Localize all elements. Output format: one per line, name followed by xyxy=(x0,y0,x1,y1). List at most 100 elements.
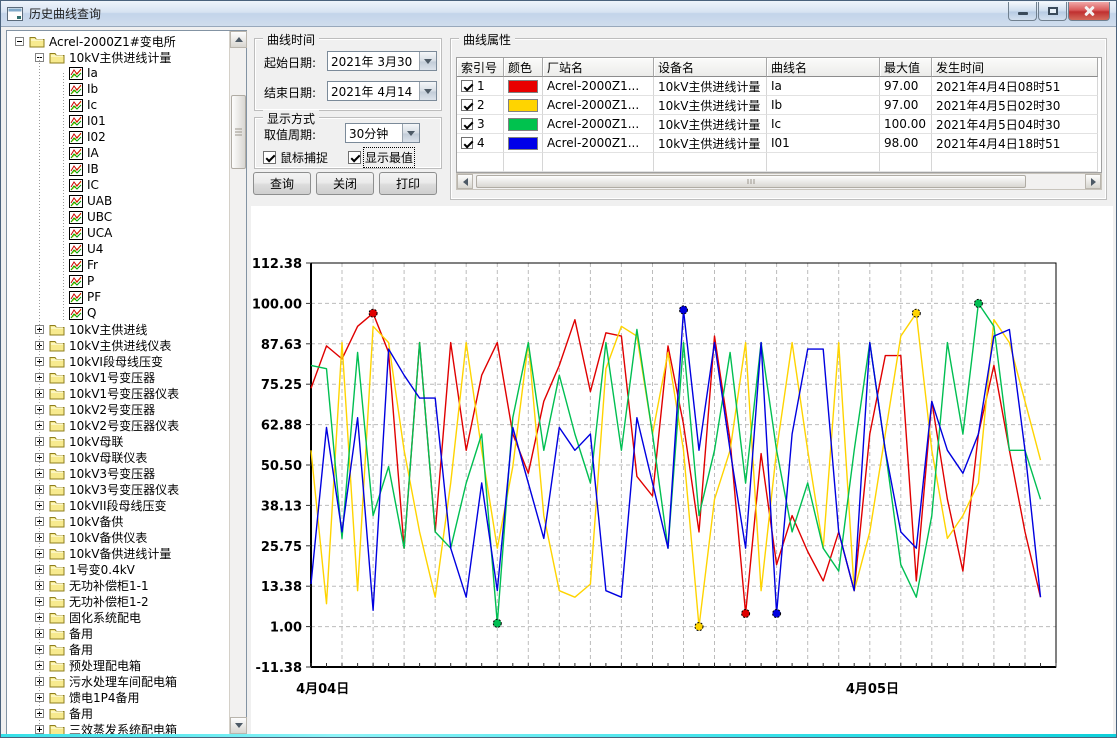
tree-item-folder[interactable]: 馈电1P4备用 xyxy=(7,689,229,705)
period-dropdown-button[interactable] xyxy=(402,124,419,142)
tree-item-root[interactable]: Acrel-2000Z1#变电所 xyxy=(7,33,229,49)
curve-icon xyxy=(69,291,83,304)
start-date-dropdown-button[interactable] xyxy=(419,52,436,70)
tree-item-folder[interactable]: 10kV1号变压器仪表 xyxy=(7,385,229,401)
table-h-scrollbar[interactable] xyxy=(456,173,1102,190)
scroll-down-button[interactable] xyxy=(230,717,247,734)
tree-item-curve[interactable]: I02 xyxy=(7,129,229,145)
tree-item-label: 10kV2号变压器 xyxy=(69,401,155,418)
row-checkbox[interactable] xyxy=(461,80,473,92)
tree-scrollbar[interactable] xyxy=(229,31,246,734)
tree-item-folder[interactable]: 10kV3号变压器仪表 xyxy=(7,481,229,497)
column-header[interactable]: 最大值 xyxy=(880,58,932,77)
tree-item-curve[interactable]: Ia xyxy=(7,65,229,81)
tree-item-label: 10kV1号变压器 xyxy=(69,369,155,386)
tree-item-curve[interactable]: Ib xyxy=(7,81,229,97)
mouse-capture-checkbox[interactable]: 鼠标捕捉 xyxy=(263,149,328,166)
minimize-button[interactable] xyxy=(1008,2,1037,21)
end-date-label: 结束日期: xyxy=(264,84,316,101)
checkbox-icon[interactable] xyxy=(263,151,276,164)
column-header[interactable]: 颜色 xyxy=(504,58,543,77)
tree-item-folder[interactable]: 1号变0.4kV xyxy=(7,561,229,577)
end-date-dropdown-button[interactable] xyxy=(419,82,436,100)
tree-item-folder[interactable]: 备用 xyxy=(7,705,229,721)
tree-item-folder[interactable]: 三效蒸发系统配电箱 xyxy=(7,721,229,734)
scroll-left-button[interactable] xyxy=(457,174,473,189)
column-header[interactable]: 厂站名 xyxy=(543,58,654,77)
table-row[interactable]: 4Acrel-2000Z1...10kV主供进线计量I0198.002021年4… xyxy=(457,134,1101,153)
tree-item-label: 预处理配电箱 xyxy=(69,657,141,674)
tree-item-folder[interactable]: 固化系统配电 xyxy=(7,609,229,625)
tree-item-curve[interactable]: UCA xyxy=(7,225,229,241)
collapse-icon[interactable] xyxy=(15,37,24,46)
tree-item-folder[interactable]: 10kV2号变压器仪表 xyxy=(7,417,229,433)
history-curve-chart[interactable]: 112.38100.0087.6375.2562.8850.5038.1325.… xyxy=(251,206,1113,735)
chart-panel[interactable]: 112.38100.0087.6375.2562.8850.5038.1325.… xyxy=(251,206,1113,735)
tree-item-curve[interactable]: P xyxy=(7,273,229,289)
row-checkbox[interactable] xyxy=(461,118,473,130)
tree-item-folder[interactable]: 备用 xyxy=(7,625,229,641)
tree-item-folder[interactable]: 10kV备供进线计量 xyxy=(7,545,229,561)
tree-item-curve[interactable]: I01 xyxy=(7,113,229,129)
tree-item-folder[interactable]: 10kVII段母线压变 xyxy=(7,497,229,513)
tree-item-label: 1号变0.4kV xyxy=(69,561,135,578)
tree-scrollbar-thumb[interactable] xyxy=(231,95,246,169)
title-bar[interactable]: 历史曲线查询 xyxy=(1,1,1116,27)
column-header[interactable]: 发生时间 xyxy=(932,58,1098,77)
tree-item-folder[interactable]: 10kV2号变压器 xyxy=(7,401,229,417)
close-button[interactable] xyxy=(1068,2,1110,21)
tree-item-curve[interactable]: Ic xyxy=(7,97,229,113)
tree-item-folder[interactable]: 10kV主供进线 xyxy=(7,321,229,337)
tree-item-group[interactable]: 10kV主供进线计量 xyxy=(7,49,229,65)
query-button[interactable]: 查询 xyxy=(253,172,311,195)
curve-name-cell: Ic xyxy=(767,115,880,134)
table-row[interactable]: 2Acrel-2000Z1...10kV主供进线计量Ib97.002021年4月… xyxy=(457,96,1101,115)
checkbox-icon[interactable] xyxy=(348,151,361,164)
tree-item-folder[interactable]: 10kVI段母线压变 xyxy=(7,353,229,369)
tree-item-label: 无功补偿柜1-2 xyxy=(69,593,149,610)
start-date-picker[interactable]: 2021年 3月30 xyxy=(327,51,437,71)
close-dialog-button[interactable]: 关闭 xyxy=(316,172,374,195)
tree-item-curve[interactable]: IB xyxy=(7,161,229,177)
tree-item-curve[interactable]: PF xyxy=(7,289,229,305)
tree-item-folder[interactable]: 无功补偿柜1-2 xyxy=(7,593,229,609)
table-row[interactable]: 3Acrel-2000Z1...10kV主供进线计量Ic100.002021年4… xyxy=(457,115,1101,134)
tree-item-curve[interactable]: UBC xyxy=(7,209,229,225)
end-date-picker[interactable]: 2021年 4月14 xyxy=(327,81,437,101)
tree-item-folder[interactable]: 10kV1号变压器 xyxy=(7,369,229,385)
tree-item-curve[interactable]: U4 xyxy=(7,241,229,257)
tree-item-curve[interactable]: IC xyxy=(7,177,229,193)
curve-color-swatch xyxy=(508,137,538,150)
print-button[interactable]: 打印 xyxy=(379,172,437,195)
tree-item-curve[interactable]: UAB xyxy=(7,193,229,209)
tree-item-folder[interactable]: 无功补偿柜1-1 xyxy=(7,577,229,593)
period-select[interactable]: 30分钟 xyxy=(345,123,420,143)
column-header[interactable]: 曲线名 xyxy=(767,58,880,77)
table-scrollbar-thumb[interactable] xyxy=(476,175,1026,188)
tree-item-folder[interactable]: 10kV母联 xyxy=(7,433,229,449)
tree-item-curve[interactable]: IA xyxy=(7,145,229,161)
tree-item-folder[interactable]: 10kV母联仪表 xyxy=(7,449,229,465)
tree-item-folder[interactable]: 污水处理车间配电箱 xyxy=(7,673,229,689)
tree-item-folder[interactable]: 预处理配电箱 xyxy=(7,657,229,673)
empty-cell xyxy=(543,153,654,172)
tree-item-folder[interactable]: 备用 xyxy=(7,641,229,657)
folder-icon xyxy=(49,547,65,560)
show-extremes-checkbox[interactable]: 显示最值 xyxy=(348,149,413,166)
scroll-right-button[interactable] xyxy=(1085,174,1101,189)
tree-item-folder[interactable]: 10kV备供仪表 xyxy=(7,529,229,545)
folder-icon xyxy=(49,355,65,368)
table-row[interactable]: 1Acrel-2000Z1...10kV主供进线计量Ia97.002021年4月… xyxy=(457,77,1101,96)
tree-item-folder[interactable]: 10kV备供 xyxy=(7,513,229,529)
tree-item-folder[interactable]: 10kV3号变压器 xyxy=(7,465,229,481)
scroll-up-button[interactable] xyxy=(230,31,247,48)
column-header[interactable]: 设备名 xyxy=(654,58,767,77)
device-tree-panel: Acrel-2000Z1#变电所10kV主供进线计量IaIbIcI01I02IA… xyxy=(6,30,247,735)
column-header[interactable]: 索引号 xyxy=(457,58,504,77)
tree-item-curve[interactable]: Q xyxy=(7,305,229,321)
tree-item-curve[interactable]: Fr xyxy=(7,257,229,273)
row-checkbox[interactable] xyxy=(461,99,473,111)
row-checkbox[interactable] xyxy=(461,137,473,149)
tree-item-folder[interactable]: 10kV主供进线仪表 xyxy=(7,337,229,353)
maximize-button[interactable] xyxy=(1038,2,1067,21)
